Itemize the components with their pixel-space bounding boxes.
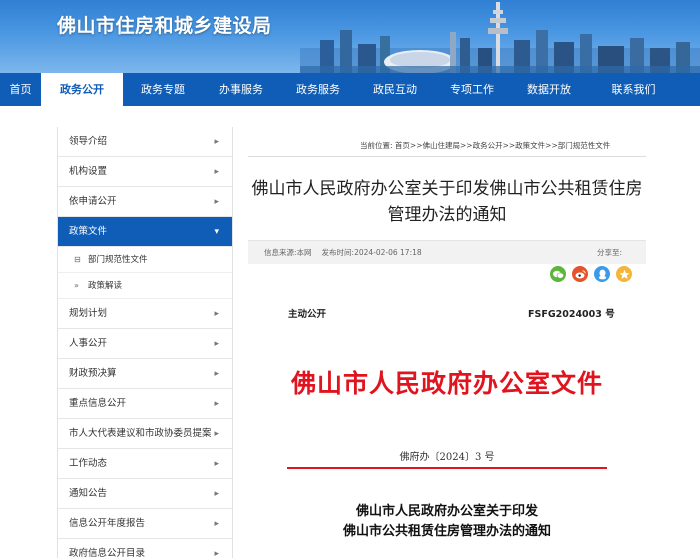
chevron-right-icon: ▸ bbox=[214, 309, 219, 319]
article-meta: 信息来源:本网 发布时间:2024-02-06 17:18 bbox=[264, 247, 422, 258]
sidebar-item-work-news[interactable]: 工作动态 ▸ bbox=[58, 449, 232, 479]
nav-gov-services[interactable]: 政务服务 bbox=[279, 73, 357, 106]
breadcrumb-separator: >> bbox=[502, 141, 516, 150]
chevron-down-icon: ▾ bbox=[214, 227, 219, 237]
chevron-right-icon: ▸ bbox=[214, 137, 219, 147]
breadcrumb-separator: >> bbox=[409, 141, 423, 150]
sidebar-item-planning[interactable]: 规划计划 ▸ bbox=[58, 299, 232, 329]
chevron-right-icon: ▸ bbox=[214, 339, 219, 349]
sidebar-item-annual-report[interactable]: 信息公开年度报告 ▸ bbox=[58, 509, 232, 539]
sidebar-subitem-label: 部门规范性文件 bbox=[88, 255, 148, 265]
sidebar-item-leaders[interactable]: 领导介绍 ▸ bbox=[58, 127, 232, 157]
article-title: 佛山市人民政府办公室关于印发佛山市公共租赁住房管理办法的通知 bbox=[251, 179, 643, 225]
nav-interaction[interactable]: 政民互动 bbox=[357, 73, 433, 106]
sidebar-item-label: 领导介绍 bbox=[69, 136, 108, 147]
nav-open-data[interactable]: 数据开放 bbox=[511, 73, 587, 106]
sidebar-item-label: 财政预决算 bbox=[69, 368, 117, 379]
breadcrumb-item-affairs[interactable]: 政务公开 bbox=[473, 141, 503, 150]
double-chevron-icon: » bbox=[74, 281, 79, 290]
qzone-icon[interactable] bbox=[616, 266, 632, 282]
article-meta-bar: 信息来源:本网 发布时间:2024-02-06 17:18 分享至: bbox=[248, 240, 646, 264]
sidebar-subitem-policy-interpretation[interactable]: » 政策解读 bbox=[58, 273, 232, 299]
publish-time-value: 2024-02-06 17:18 bbox=[354, 248, 422, 257]
sidebar-item-label: 人事公开 bbox=[69, 338, 108, 349]
breadcrumb: 当前位置: 首页>>佛山住建局>>政务公开>>政策文件>>部门规范性文件 bbox=[360, 140, 610, 151]
divider bbox=[248, 156, 646, 157]
sidebar-item-label: 工作动态 bbox=[69, 458, 108, 469]
chevron-right-icon: ▸ bbox=[214, 489, 219, 499]
document-red-divider bbox=[287, 467, 607, 469]
nav-contact[interactable]: 联系我们 bbox=[587, 73, 680, 106]
site-title[interactable]: 佛山市住房和城乡建设局 bbox=[57, 11, 272, 38]
sidebar-item-label: 政府信息公开目录 bbox=[69, 548, 146, 558]
document-body-title-line: 佛山市人民政府办公室关于印发 bbox=[355, 504, 538, 519]
breadcrumb-item-home[interactable]: 首页 bbox=[395, 141, 410, 150]
chevron-right-icon: ▸ bbox=[214, 549, 219, 558]
chevron-right-icon: ▸ bbox=[214, 369, 219, 379]
chevron-right-icon: ▸ bbox=[214, 429, 219, 439]
sidebar-menu: 领导介绍 ▸ 机构设置 ▸ 依申请公开 ▸ 政策文件 ▾ ⊟ 部门规范性文件 » 政策解读 … bbox=[57, 127, 233, 558]
sidebar-item-label: 政策文件 bbox=[69, 226, 108, 237]
sidebar-item-label: 通知公告 bbox=[69, 488, 108, 499]
sidebar-item-key-info[interactable]: 重点信息公开 ▸ bbox=[58, 389, 232, 419]
wechat-icon[interactable] bbox=[550, 266, 566, 282]
chevron-right-icon: ▸ bbox=[214, 459, 219, 469]
sidebar-item-label: 重点信息公开 bbox=[69, 398, 127, 409]
sidebar-item-label: 市人大代表建议和市政协委员提案 bbox=[69, 428, 212, 439]
nav-special-work[interactable]: 专项工作 bbox=[433, 73, 511, 106]
sidebar-item-label: 信息公开年度报告 bbox=[69, 518, 146, 529]
nav-home[interactable]: 首页 bbox=[0, 73, 41, 106]
city-skyline-image bbox=[300, 2, 700, 73]
sidebar-item-notices[interactable]: 通知公告 ▸ bbox=[58, 479, 232, 509]
sidebar-item-label: 机构设置 bbox=[69, 166, 108, 177]
breadcrumb-item-policy[interactable]: 政策文件 bbox=[515, 141, 545, 150]
sidebar-item-application-disclosure[interactable]: 依申请公开 ▸ bbox=[58, 187, 232, 217]
site-banner: 佛山市住房和城乡建设局 bbox=[0, 0, 700, 73]
main-nav: 首页 政务公开 政务专题 办事服务 政务服务 政民互动 专项工作 数据开放 联系… bbox=[0, 73, 700, 108]
document-header: 佛山市人民政府办公室文件 bbox=[290, 369, 603, 398]
sidebar-item-label: 规划计划 bbox=[69, 308, 108, 319]
nav-affairs-topics[interactable]: 政务专题 bbox=[123, 73, 203, 106]
breadcrumb-item-bureau[interactable]: 佛山住建局 bbox=[423, 141, 461, 150]
breadcrumb-separator: >> bbox=[545, 141, 558, 150]
breadcrumb-separator: >> bbox=[460, 141, 473, 150]
chevron-right-icon: ▸ bbox=[214, 197, 219, 207]
breadcrumb-item-normative[interactable]: 部门规范性文件 bbox=[558, 141, 611, 150]
source-value: 本网 bbox=[296, 248, 312, 257]
chevron-right-icon: ▸ bbox=[214, 167, 219, 177]
weibo-icon[interactable] bbox=[572, 266, 588, 282]
sidebar-subitem-normative-documents[interactable]: ⊟ 部门规范性文件 bbox=[58, 247, 232, 273]
document-issue-number: 佛府办〔2024〕3 号 bbox=[399, 452, 495, 463]
share-label: 分享至: bbox=[596, 248, 622, 257]
publish-time-label: 发布时间: bbox=[321, 248, 355, 257]
document-body-title-line: 佛山市公共租赁住房管理办法的通知 bbox=[342, 524, 551, 539]
collapse-icon: ⊟ bbox=[74, 255, 81, 264]
sidebar-item-personnel[interactable]: 人事公开 ▸ bbox=[58, 329, 232, 359]
sidebar-item-proposals[interactable]: 市人大代表建议和市政协委员提案 ▸ bbox=[58, 419, 232, 449]
sidebar-item-disclosure-catalog[interactable]: 政府信息公开目录 ▸ bbox=[58, 539, 232, 558]
chevron-right-icon: ▸ bbox=[214, 519, 219, 529]
nav-services[interactable]: 办事服务 bbox=[203, 73, 279, 106]
qq-icon[interactable] bbox=[594, 266, 610, 282]
sidebar-subitem-label: 政策解读 bbox=[88, 281, 123, 291]
sidebar-item-budget[interactable]: 财政预决算 ▸ bbox=[58, 359, 232, 389]
sidebar-item-label: 依申请公开 bbox=[69, 196, 117, 207]
sidebar-item-policy-documents[interactable]: 政策文件 ▾ bbox=[58, 217, 232, 247]
document-body-title: 佛山市人民政府办公室关于印发 佛山市公共租赁住房管理办法的通知 bbox=[248, 502, 646, 542]
sidebar-item-organization[interactable]: 机构设置 ▸ bbox=[58, 157, 232, 187]
document-number: FSFG2024003 号 bbox=[528, 309, 615, 320]
source-label: 信息来源: bbox=[264, 248, 297, 257]
chevron-right-icon: ▸ bbox=[214, 399, 219, 409]
breadcrumb-prefix: 当前位置: bbox=[360, 141, 393, 150]
nav-government-affairs[interactable]: 政务公开 bbox=[41, 73, 123, 108]
share-buttons bbox=[550, 266, 632, 282]
disclosure-type: 主动公开 bbox=[288, 309, 327, 320]
